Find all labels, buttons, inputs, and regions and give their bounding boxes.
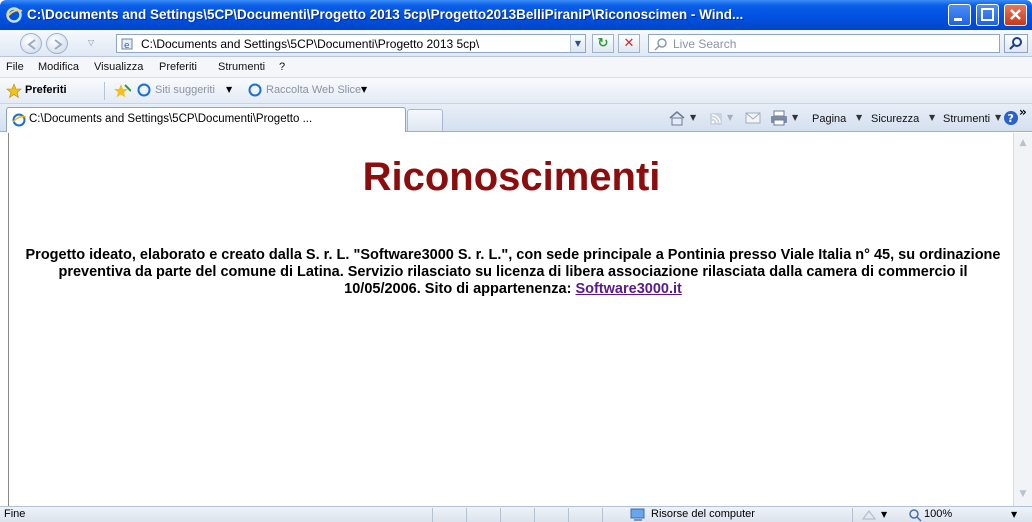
svg-text:?: ? xyxy=(1008,112,1014,125)
zoom-icon[interactable] xyxy=(908,508,922,522)
protected-mode-icon[interactable] xyxy=(861,509,877,521)
menu-modifica[interactable]: Modifica xyxy=(38,61,79,73)
home-dropdown-icon[interactable]: ▼ xyxy=(690,113,696,122)
close-icon xyxy=(1010,9,1021,20)
address-field[interactable]: e C:\Documents and Settings\5CP\Document… xyxy=(116,34,586,53)
add-favorite-icon[interactable] xyxy=(113,83,131,98)
tools-menu-button[interactable]: Strumenti xyxy=(943,113,990,125)
menu-preferiti[interactable]: Preferiti xyxy=(159,61,197,73)
maximize-icon xyxy=(981,8,994,21)
credits-paragraph: Progetto ideato, elaborato e creato dall… xyxy=(23,247,1003,298)
live-search-icon xyxy=(654,38,667,51)
status-text: Fine xyxy=(4,508,26,520)
search-placeholder: Live Search xyxy=(673,37,737,51)
menu-bar: File Modifica Visualizza Preferiti Strum… xyxy=(0,57,1032,78)
url-dropdown-icon[interactable]: ▼ xyxy=(570,35,585,52)
print-dropdown-icon[interactable]: ▼ xyxy=(792,113,798,122)
forward-arrow-icon xyxy=(54,39,63,50)
print-icon[interactable] xyxy=(770,110,788,126)
zoom-level[interactable]: 100% xyxy=(924,508,952,520)
feeds-icon[interactable] xyxy=(709,112,723,126)
refresh-icon: ↻ xyxy=(597,36,609,51)
status-divider xyxy=(534,508,535,522)
tools-dropdown-icon[interactable]: ▼ xyxy=(995,113,1001,122)
website-link[interactable]: Software3000.it xyxy=(575,281,681,297)
status-bar: Fine Risorse del computer ▼ 100% ▼ xyxy=(0,506,1032,522)
window-titlebar[interactable]: C:\Documents and Settings\5CP\Documenti\… xyxy=(0,0,1032,30)
security-zone-text: Risorse del computer xyxy=(651,508,755,520)
status-divider xyxy=(500,508,501,522)
feeds-dropdown-icon[interactable]: ▼ xyxy=(727,113,733,122)
history-dropdown-icon[interactable]: ▽ xyxy=(88,38,94,47)
page-title: Riconoscimenti xyxy=(362,155,661,199)
page-dropdown-icon[interactable]: ▼ xyxy=(856,113,862,122)
favbar-divider xyxy=(104,82,105,100)
help-icon[interactable]: ? xyxy=(1003,110,1019,126)
menu-file[interactable]: File xyxy=(6,61,24,73)
back-button[interactable] xyxy=(20,33,42,54)
security-menu-button[interactable]: Sicurezza xyxy=(871,113,919,125)
web-slice-icon xyxy=(248,83,262,97)
stop-icon: ✕ xyxy=(623,36,635,51)
window-title: C:\Documents and Settings\5CP\Documenti\… xyxy=(27,7,744,22)
scroll-up-icon[interactable]: ▲ xyxy=(1016,136,1030,150)
tab-label: C:\Documents and Settings\5CP\Documenti\… xyxy=(29,113,313,125)
suggested-sites-dropdown-icon[interactable]: ▼ xyxy=(226,85,232,94)
favorites-button[interactable]: Preferiti xyxy=(25,84,67,96)
status-divider xyxy=(852,508,853,522)
forward-button[interactable] xyxy=(46,33,68,54)
status-divider xyxy=(568,508,569,522)
vertical-scrollbar[interactable]: ▲ ▼ xyxy=(1013,133,1032,506)
tab-active[interactable]: C:\Documents and Settings\5CP\Documenti\… xyxy=(6,107,406,132)
toolbar-overflow-button[interactable]: » xyxy=(1019,105,1027,119)
ie-page-icon xyxy=(137,83,151,97)
suggested-sites-button[interactable]: Siti suggeriti xyxy=(155,84,215,96)
favorites-bar: Preferiti Siti suggeriti ▼ Raccolta Web … xyxy=(0,78,1032,104)
search-input[interactable]: Live Search xyxy=(648,34,1000,53)
new-tab-button[interactable] xyxy=(407,109,443,131)
page-content: Riconoscimenti Progetto ideato, elaborat… xyxy=(8,133,1013,506)
address-toolbar: ▽ e C:\Documents and Settings\5CP\Docume… xyxy=(0,30,1032,57)
web-slice-dropdown-icon[interactable]: ▼ xyxy=(361,85,367,94)
search-button[interactable] xyxy=(1004,34,1028,53)
home-icon[interactable] xyxy=(668,110,686,126)
menu-help[interactable]: ? xyxy=(279,61,285,73)
protected-mode-dropdown-icon[interactable]: ▼ xyxy=(881,510,887,519)
status-divider xyxy=(432,508,433,522)
minimize-icon xyxy=(954,18,962,21)
back-arrow-icon xyxy=(27,39,36,50)
status-divider xyxy=(602,508,603,522)
maximize-button[interactable] xyxy=(976,4,999,26)
tab-ie-icon xyxy=(12,113,26,127)
mail-icon[interactable] xyxy=(745,112,761,124)
close-button[interactable] xyxy=(1004,4,1027,26)
minimize-button[interactable] xyxy=(948,4,971,26)
tab-command-bar: C:\Documents and Settings\5CP\Documenti\… xyxy=(0,104,1032,132)
search-icon xyxy=(1009,37,1022,50)
menu-visualizza[interactable]: Visualizza xyxy=(94,61,143,73)
url-text: C:\Documents and Settings\5CP\Documenti\… xyxy=(141,37,480,51)
zoom-dropdown-icon[interactable]: ▼ xyxy=(1011,510,1017,519)
page-menu-button[interactable]: Pagina xyxy=(812,113,846,125)
scroll-down-icon[interactable]: ▼ xyxy=(1016,487,1030,501)
ie-logo-icon xyxy=(6,7,23,23)
page-icon: e xyxy=(121,38,133,50)
menu-strumenti[interactable]: Strumenti xyxy=(218,61,265,73)
refresh-button[interactable]: ↻ xyxy=(592,34,614,53)
web-slice-button[interactable]: Raccolta Web Slice xyxy=(266,84,361,96)
favorites-star-icon[interactable] xyxy=(6,83,22,98)
security-dropdown-icon[interactable]: ▼ xyxy=(929,113,935,122)
svg-text:e: e xyxy=(124,41,130,50)
status-divider xyxy=(466,508,467,522)
computer-zone-icon xyxy=(630,508,645,521)
credits-text: Progetto ideato, elaborato e creato dall… xyxy=(25,247,1001,297)
stop-button[interactable]: ✕ xyxy=(618,34,640,53)
